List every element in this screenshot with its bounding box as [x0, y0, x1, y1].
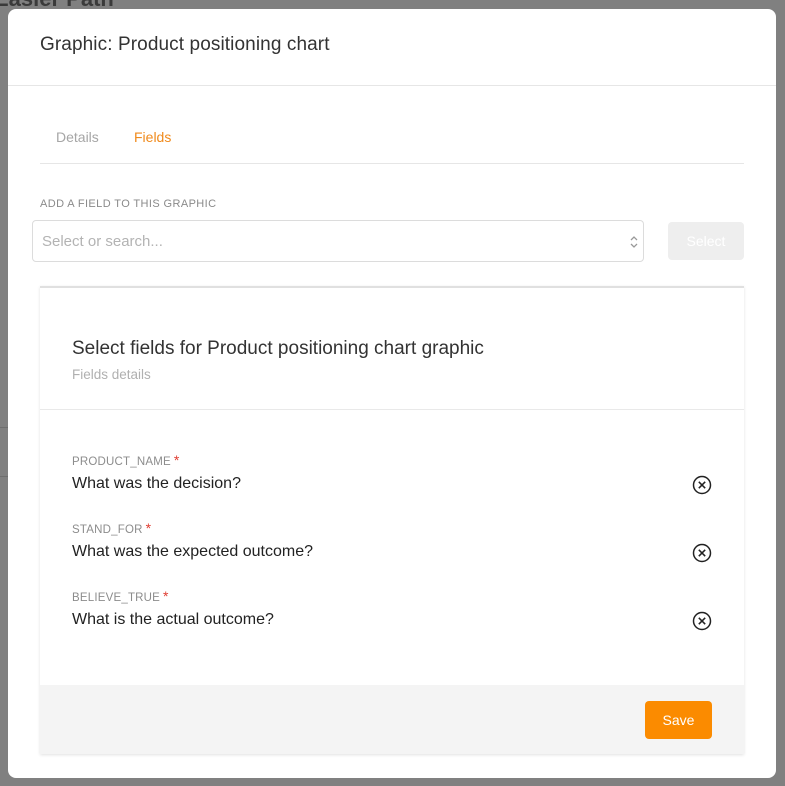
required-marker: *: [173, 452, 180, 468]
panel-subtitle: Fields details: [72, 367, 151, 382]
add-field-label: ADD A FIELD TO THIS GRAPHIC: [40, 198, 217, 210]
graphic-modal: Graphic: Product positioning chart Detai…: [8, 9, 776, 778]
circle-x-icon[interactable]: [692, 475, 712, 495]
required-marker: *: [145, 520, 152, 536]
select-button[interactable]: Select: [668, 222, 744, 260]
field-value: What was the expected outcome?: [72, 543, 314, 560]
chevron-up-down-icon: [629, 234, 639, 255]
field-value: What is the actual outcome?: [72, 611, 274, 628]
circle-x-icon[interactable]: [692, 543, 712, 563]
required-marker: *: [163, 588, 169, 604]
tab-fields[interactable]: Fields: [118, 117, 196, 163]
modal-title: Graphic: Product positioning chart: [40, 34, 330, 55]
panel-header: Select fields for Product positioning ch…: [40, 288, 744, 410]
field-row-stand-for: STAND_FOR * What was the expected outcome…: [72, 520, 712, 563]
field-label: BELIEVE_TRUE *: [72, 588, 169, 604]
select-placeholder: Select or search...: [42, 233, 163, 250]
tab-details[interactable]: Details: [40, 117, 118, 163]
field-search-select[interactable]: Select or search...: [32, 220, 644, 262]
field-value: What was the decision?: [72, 475, 241, 492]
panel-title: Select fields for Product positioning ch…: [72, 338, 484, 359]
fields-panel: Select fields for Product positioning ch…: [40, 286, 744, 754]
panel-footer: Save: [40, 685, 744, 754]
field-label: PRODUCT_NAME *: [72, 452, 180, 468]
modal-header: Graphic: Product positioning chart: [8, 9, 776, 86]
field-label: STAND_FOR *: [72, 520, 152, 536]
circle-x-icon[interactable]: [692, 611, 712, 631]
field-row-product-name: PRODUCT_NAME * What was the decision?: [72, 452, 712, 495]
field-row-believe-true: BELIEVE_TRUE * What is the actual outcome…: [72, 588, 712, 631]
save-button[interactable]: Save: [645, 701, 712, 739]
tab-bar: Details Fields: [40, 117, 744, 164]
